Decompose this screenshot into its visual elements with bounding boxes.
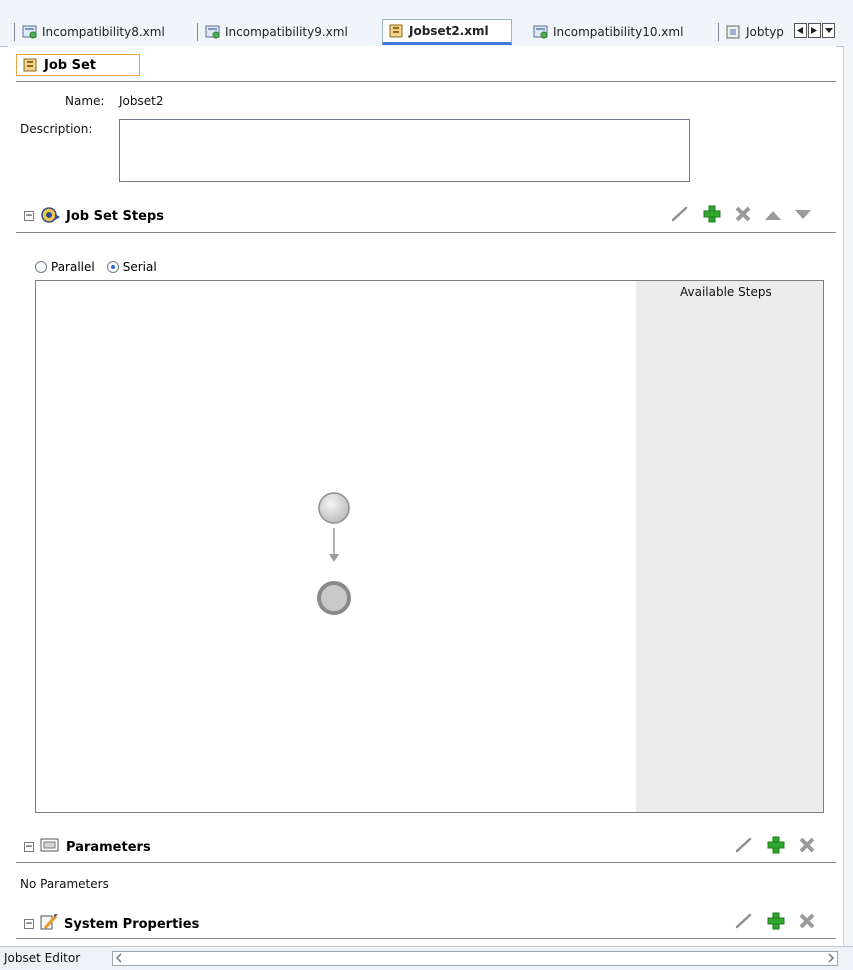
edit-icon[interactable] xyxy=(735,913,753,932)
name-value: Jobset2 xyxy=(119,94,164,108)
system-properties-toolbar xyxy=(735,912,815,933)
tab-incompatibility8[interactable]: Incompatibility8.xml xyxy=(14,20,165,44)
tab-separator xyxy=(718,23,719,41)
scroll-right-icon[interactable] xyxy=(827,952,835,967)
editor-tab-bar: Incompatibility8.xml Incompatibility9.xm… xyxy=(0,0,853,47)
section-title: Parameters xyxy=(66,839,151,855)
radio-label: Parallel xyxy=(51,260,95,274)
collapse-icon[interactable]: − xyxy=(24,842,34,852)
add-icon[interactable] xyxy=(767,836,785,857)
add-icon[interactable] xyxy=(767,912,785,933)
delete-icon[interactable] xyxy=(799,837,815,856)
tab-navigation xyxy=(794,23,835,38)
collapse-icon[interactable]: − xyxy=(24,919,34,929)
tab-list-dropdown-icon[interactable] xyxy=(822,23,835,38)
tab-separator xyxy=(197,23,198,41)
steps-toolbar xyxy=(671,205,811,226)
vertical-scrollbar[interactable] xyxy=(843,46,853,946)
description-label: Description: xyxy=(20,122,93,136)
execution-mode-group: Parallel Serial xyxy=(35,260,157,274)
collapse-icon[interactable]: − xyxy=(24,211,34,221)
steps-divider xyxy=(16,232,836,233)
available-steps-panel[interactable] xyxy=(636,281,823,812)
serial-radio[interactable]: Serial xyxy=(106,260,157,274)
jobtype-icon xyxy=(726,25,742,39)
parameters-divider xyxy=(16,862,836,863)
radio-label: Serial xyxy=(122,260,157,274)
edit-icon[interactable] xyxy=(671,206,689,225)
horizontal-scrollbar[interactable] xyxy=(112,951,838,966)
parameters-toolbar xyxy=(735,836,815,857)
tab-label: Jobset2.xml xyxy=(409,24,489,38)
tab-label: Jobtyp xyxy=(746,25,784,39)
incompatibility-icon xyxy=(205,25,221,39)
tab-label: Incompatibility8.xml xyxy=(42,25,165,39)
start-node[interactable] xyxy=(318,492,350,524)
radio-circle[interactable] xyxy=(35,261,47,273)
delete-icon[interactable] xyxy=(735,206,751,225)
move-up-icon[interactable] xyxy=(765,209,781,223)
section-title: System Properties xyxy=(64,916,200,932)
tab-scroll-left-icon[interactable] xyxy=(794,23,807,38)
tab-separator xyxy=(14,23,15,41)
description-field[interactable] xyxy=(119,119,690,182)
radio-circle[interactable] xyxy=(106,261,119,273)
incompatibility-icon xyxy=(22,25,38,39)
no-parameters-text: No Parameters xyxy=(20,877,109,891)
jobset-icon xyxy=(389,24,405,38)
system-properties-divider xyxy=(16,938,836,939)
system-properties-header: − System Properties xyxy=(24,913,200,934)
incompatibility-icon xyxy=(533,25,549,39)
status-bar: Jobset Editor xyxy=(0,946,853,970)
tab-label: Incompatibility10.xml xyxy=(553,25,684,39)
title-divider xyxy=(16,81,836,82)
end-node[interactable] xyxy=(317,581,351,615)
page-title-label: Job Set xyxy=(44,57,96,73)
tab-scroll-right-icon[interactable] xyxy=(808,23,821,38)
move-down-icon[interactable] xyxy=(795,209,811,223)
section-title: Job Set Steps xyxy=(66,208,164,224)
parallel-radio[interactable]: Parallel xyxy=(35,260,95,274)
tab-incompatibility9[interactable]: Incompatibility9.xml xyxy=(197,20,348,44)
status-bar-label: Jobset Editor xyxy=(4,951,81,965)
steps-icon xyxy=(40,205,60,227)
edit-icon[interactable] xyxy=(735,837,753,856)
available-steps-label: Available Steps xyxy=(680,285,772,299)
delete-icon[interactable] xyxy=(799,913,815,932)
system-properties-icon xyxy=(40,913,58,934)
page-title: Job Set xyxy=(16,54,140,76)
flow-arrow-head xyxy=(329,554,339,562)
job-set-steps-header: − Job Set Steps xyxy=(24,205,164,227)
jobset-icon xyxy=(23,58,39,72)
tab-jobtype[interactable]: Jobtyp xyxy=(718,20,784,44)
parameters-header: − Parameters xyxy=(24,838,151,856)
name-label: Name: xyxy=(65,94,105,108)
flow-diagram xyxy=(317,492,351,615)
tab-jobset2[interactable]: Jobset2.xml xyxy=(382,19,512,45)
scroll-left-icon[interactable] xyxy=(115,952,123,967)
tab-incompatibility10[interactable]: Incompatibility10.xml xyxy=(533,20,683,44)
tab-label: Incompatibility9.xml xyxy=(225,25,348,39)
add-icon[interactable] xyxy=(703,205,721,226)
parameters-icon xyxy=(40,838,60,856)
